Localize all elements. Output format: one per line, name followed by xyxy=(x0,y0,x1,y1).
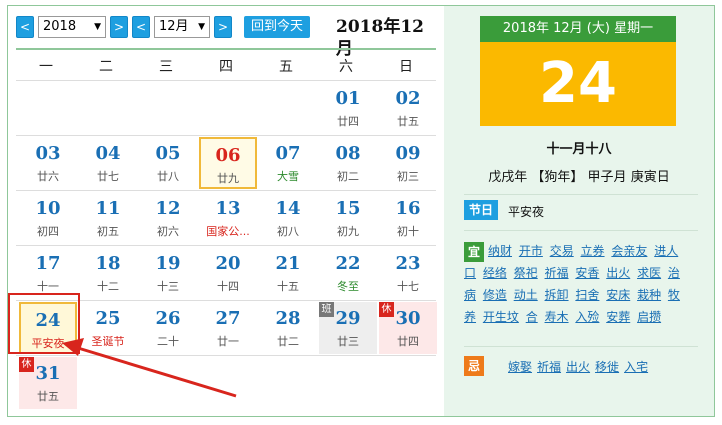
annotation-arrow-icon xyxy=(62,338,237,398)
